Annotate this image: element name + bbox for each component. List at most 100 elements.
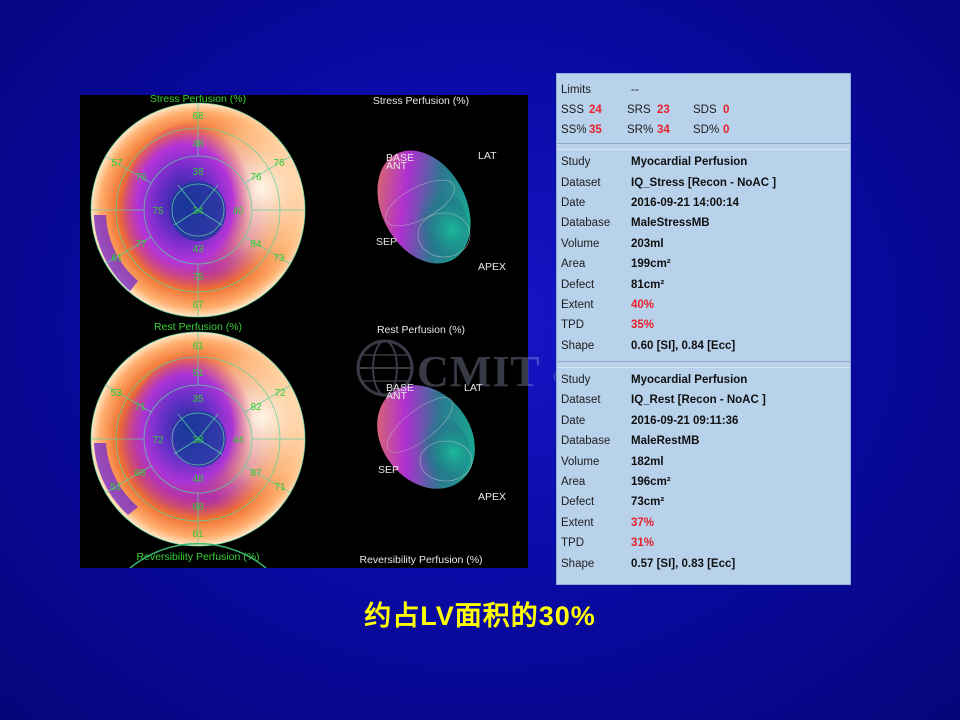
sss-label: SSS	[561, 104, 585, 116]
stress-sep-label: SEP	[376, 236, 397, 248]
panel-divider	[557, 360, 850, 368]
info-row: Defect 81cm²	[561, 274, 850, 294]
perfusion-image: Stress Perfusion (%) 68 57 76 76 76 48 3…	[90, 95, 506, 568]
info-key: Area	[561, 258, 586, 271]
info-key: Dataset	[561, 394, 601, 407]
info-value: 2016-09-21 09:11:36	[631, 414, 739, 427]
sds-value: 0	[723, 104, 730, 116]
sds-label: SDS	[693, 104, 717, 116]
sd-percent-label: SD%	[693, 124, 720, 136]
rest-apex-label: APEX	[478, 491, 506, 503]
rest-value: 68	[134, 468, 146, 479]
info-key: Defect	[561, 278, 595, 291]
quantification-panel: Limits -- SSS 24 SRS 23 SDS 0 SS% 35 SR%…	[556, 73, 851, 585]
stress-value: 40	[232, 206, 244, 217]
info-row: Area 199cm²	[561, 254, 850, 274]
info-value: 182ml	[631, 455, 664, 468]
info-value: 0.57 [SI], 0.83 [Ecc]	[631, 557, 736, 570]
ss-percent-value: 35	[589, 124, 602, 136]
rest-value: 61	[192, 341, 204, 352]
info-value: IQ_Rest [Recon - NoAC ]	[631, 394, 766, 407]
stress-value: 76	[135, 172, 147, 183]
stress-value: 67	[192, 300, 204, 311]
info-key: Dataset	[561, 176, 601, 189]
rest-value: 44	[232, 435, 244, 446]
info-row: Date 2016-09-21 09:11:36	[561, 411, 850, 431]
info-value: Myocardial Perfusion	[631, 374, 748, 387]
rest-ant-label: ANT	[386, 390, 408, 402]
stress-value: 48	[192, 139, 204, 150]
rest-value: 53	[110, 388, 122, 399]
stress-study-info: Study Myocardial Perfusion Dataset IQ_Stres…	[557, 150, 850, 356]
info-key: Shape	[561, 339, 595, 352]
stress-value: 76	[273, 158, 285, 169]
info-row: Dataset IQ_Rest [Recon - NoAC ]	[561, 390, 850, 410]
rest-value: 71	[274, 482, 286, 493]
info-row: Study Myocardial Perfusion	[561, 152, 850, 172]
info-key: Volume	[561, 237, 600, 250]
info-value: 203ml	[631, 237, 664, 250]
info-key: Extent	[561, 298, 594, 311]
info-key: Database	[561, 217, 611, 230]
info-value: 199cm²	[631, 258, 671, 271]
rest-polar-map: Rest Perfusion (%) 61 53 72 71 51 35 82 …	[90, 321, 306, 547]
stress-value: 84	[250, 239, 262, 250]
stress-value: 68	[192, 111, 204, 122]
ss-percent-label: SS%	[561, 124, 587, 136]
info-key: Area	[561, 476, 586, 489]
stress-value: 61	[111, 253, 123, 264]
rest-3d-heart: Rest Perfusion (%) LAT BASE ANT SEP APEX	[377, 324, 506, 503]
info-value: MaleStressMB	[631, 217, 710, 230]
info-key: Shape	[561, 557, 595, 570]
info-key: Study	[561, 156, 591, 169]
sss-value: 24	[589, 104, 602, 116]
stress-polar-map: Stress Perfusion (%) 68 57 76 76 76 48 3…	[90, 95, 306, 318]
sr-percent-label: SR%	[627, 124, 654, 136]
rest-value: 51	[192, 368, 204, 379]
info-value: 40%	[631, 298, 655, 311]
rest-value: 68	[192, 502, 204, 513]
info-row: Area 196cm²	[561, 472, 850, 492]
rest-value: 87	[250, 468, 262, 479]
stress-value: 38	[192, 167, 204, 178]
rest-sep-label: SEP	[378, 464, 399, 476]
rest-value: 72	[152, 435, 164, 446]
info-key: Study	[561, 374, 591, 387]
stress-apex-label: APEX	[478, 261, 506, 273]
info-value: MaleRestMB	[631, 435, 700, 448]
info-key: Database	[561, 435, 611, 448]
info-value: 2016-09-21 14:00:14	[631, 196, 740, 209]
slide-caption: 约占LV面积的30%	[364, 601, 596, 631]
info-key: Defect	[561, 496, 595, 509]
stress-value: 43	[192, 244, 204, 255]
info-value: 31%	[631, 537, 655, 550]
score-summary: Limits -- SSS 24 SRS 23 SDS 0 SS% 35 SR%…	[557, 74, 850, 138]
rev-3d-title: Reversibility Perfusion (%)	[359, 554, 482, 566]
info-row: TPD 35%	[561, 315, 850, 335]
rest-value: 82	[250, 402, 262, 413]
info-row: Study Myocardial Perfusion	[561, 370, 850, 390]
info-row: Shape 0.60 [SI], 0.84 [Ecc]	[561, 336, 850, 356]
info-row: Volume 182ml	[561, 451, 850, 471]
rest-lat-label: LAT	[464, 382, 483, 394]
info-row: Volume 203ml	[561, 234, 850, 254]
limits-label: Limits	[561, 84, 592, 96]
stress-value: 75	[152, 206, 164, 217]
panel-divider	[557, 143, 850, 150]
rest-value: 61	[192, 529, 204, 540]
info-row: TPD 31%	[561, 533, 850, 553]
rest-value: 48	[192, 474, 204, 485]
info-row: Dataset IQ_Stress [Recon - NoAC ]	[561, 172, 850, 192]
srs-label: SRS	[627, 104, 651, 116]
rest-value: 38	[192, 435, 204, 446]
limits-value: --	[631, 84, 639, 96]
info-value: Myocardial Perfusion	[631, 156, 748, 169]
info-value: 0.60 [SI], 0.84 [Ecc]	[631, 339, 736, 352]
rest-3d-title: Rest Perfusion (%)	[377, 324, 465, 336]
info-key: TPD	[561, 537, 584, 550]
info-key: Extent	[561, 516, 594, 529]
stress-value: 77	[135, 239, 147, 250]
stress-lat-label: LAT	[478, 150, 497, 162]
info-value: 37%	[631, 516, 655, 529]
srs-value: 23	[657, 104, 670, 116]
